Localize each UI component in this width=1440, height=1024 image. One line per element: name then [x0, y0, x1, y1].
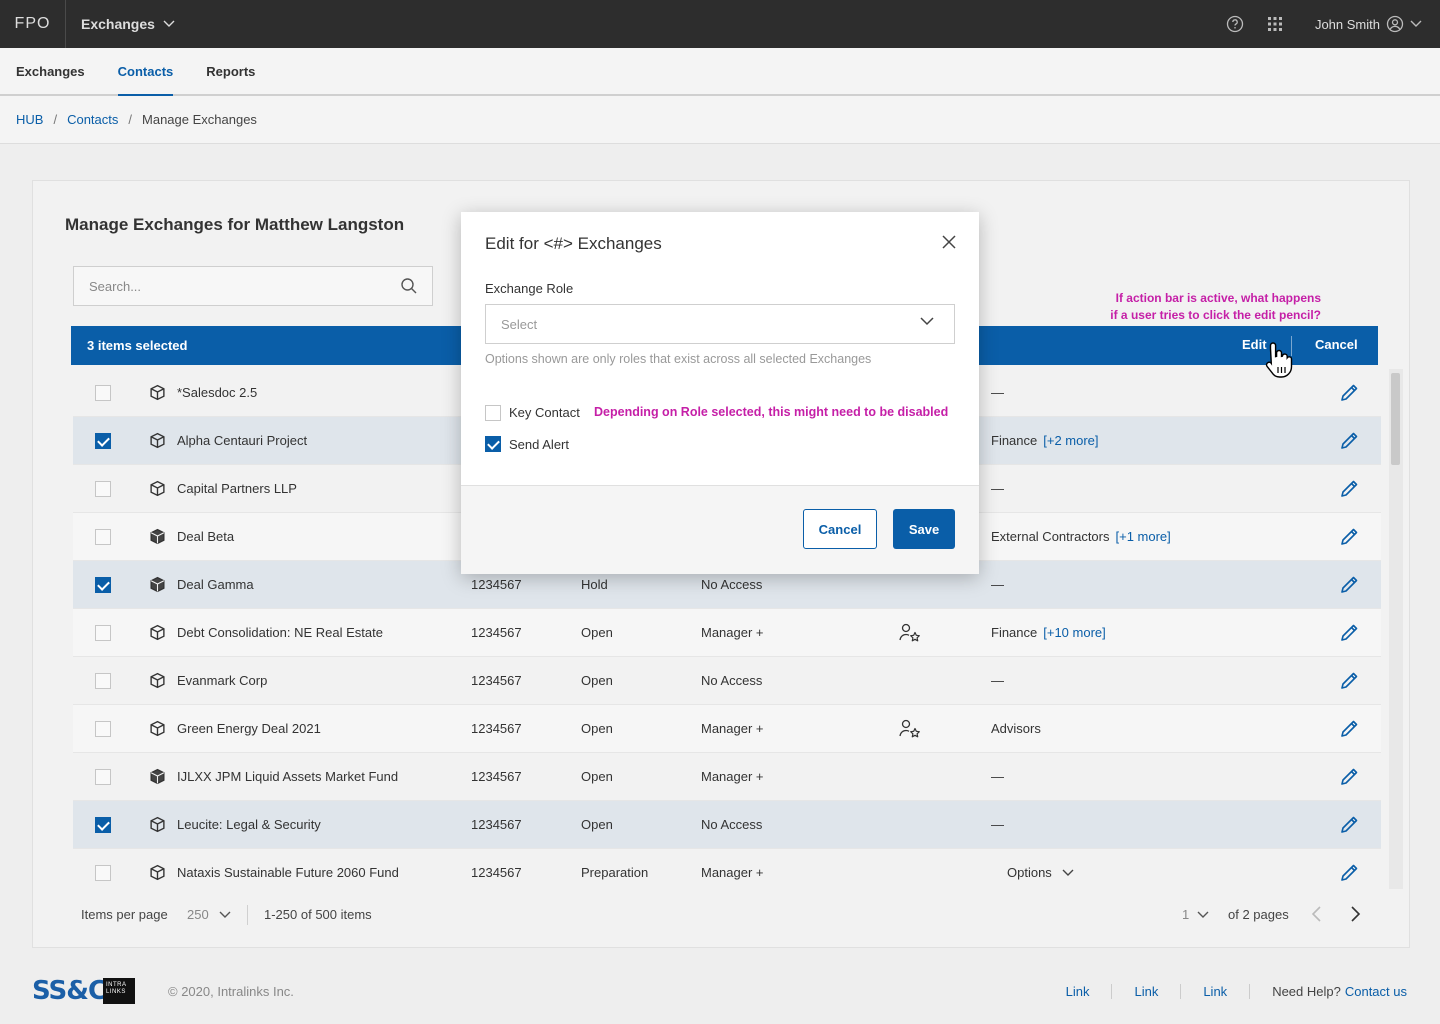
key-contact-annotation: Depending on Role selected, this might n…	[594, 405, 949, 419]
exchange-role-help: Options shown are only roles that exist …	[485, 352, 872, 366]
key-contact-checkbox[interactable]	[485, 405, 501, 421]
exchange-role-select[interactable]: Select	[485, 304, 955, 344]
exchange-role-label: Exchange Role	[485, 281, 574, 296]
send-alert-checkbox[interactable]	[485, 436, 501, 452]
hand-cursor-icon	[1265, 342, 1293, 378]
exchange-role-placeholder: Select	[501, 316, 538, 332]
close-icon[interactable]	[941, 234, 957, 250]
save-button[interactable]: Save	[893, 509, 955, 549]
key-contact-label: Key Contact	[509, 405, 580, 420]
cancel-button[interactable]: Cancel	[803, 509, 877, 549]
modal-title: Edit for <#> Exchanges	[485, 234, 662, 253]
edit-exchanges-modal: Edit for <#> Exchanges Exchange Role Sel…	[461, 212, 979, 574]
modal-footer: Cancel Save	[461, 485, 979, 574]
send-alert-label: Send Alert	[509, 437, 569, 452]
chevron-down-icon	[920, 317, 934, 326]
